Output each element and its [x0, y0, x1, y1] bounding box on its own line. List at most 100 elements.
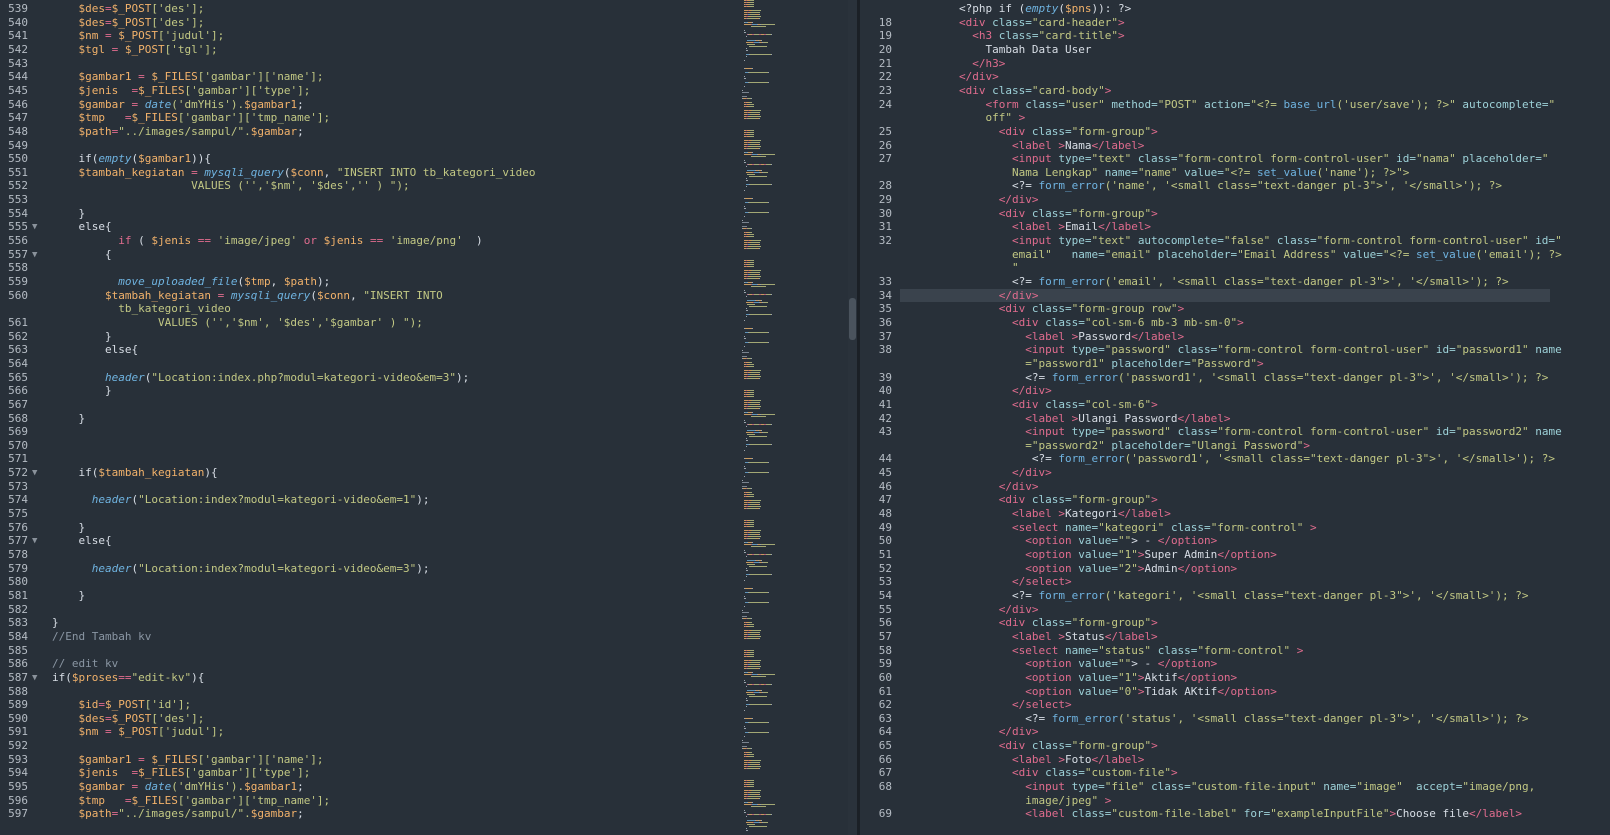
code-line[interactable]: $path="../images/sampul/".$gambar; — [52, 125, 304, 139]
fold-triangle-down-icon[interactable]: ▼ — [32, 248, 37, 262]
code-line[interactable]: <label >Ulangi Password</label> — [906, 412, 1230, 426]
code-line[interactable]: } — [52, 616, 59, 630]
code-line[interactable]: <div class="form-group"> — [906, 616, 1158, 630]
right-editor-pane[interactable]: 18 19 20 21 22 23 24 25 26 27 28 29 30 31 32 33 34 35 36 37… — [860, 0, 1610, 835]
code-line[interactable]: <label >Kategori</label> — [906, 507, 1171, 521]
code-line[interactable]: <option value="2">Admin</option> — [906, 562, 1237, 576]
code-line[interactable]: </div> — [906, 725, 1039, 739]
code-line[interactable]: <input type="password" class="form-contr… — [906, 343, 1562, 357]
code-line[interactable]: <?= form_error('email', '<small class="t… — [906, 275, 1509, 289]
code-line[interactable]: } — [52, 330, 112, 344]
code-line[interactable]: <?= form_error('password1', '<small clas… — [906, 452, 1555, 466]
code-line[interactable]: </div> — [906, 70, 999, 84]
code-line[interactable]: } — [52, 412, 86, 426]
code-line[interactable]: <option value="1">Super Admin</option> — [906, 548, 1277, 562]
code-line[interactable]: <div class="custom-file"> — [906, 766, 1178, 780]
code-line[interactable]: } — [52, 589, 86, 603]
code-line[interactable]: if ( $jenis == 'image/jpeg' or $jenis ==… — [52, 234, 482, 248]
code-line[interactable]: else{ — [52, 534, 112, 548]
code-line[interactable]: <?php if (empty($pns)): ?> — [906, 2, 1131, 16]
code-line[interactable]: else{ — [52, 343, 138, 357]
code-line[interactable]: $des=$_POST['des']; — [52, 2, 205, 16]
code-line[interactable]: </select> — [906, 698, 1072, 712]
code-line[interactable]: </div> — [906, 480, 1039, 494]
code-line[interactable]: ="password2" placeholder="Ulangi Passwor… — [906, 439, 1310, 453]
code-line[interactable]: header("Location:index?modul=kategori-vi… — [52, 562, 430, 576]
code-line[interactable]: //End Tambah kv — [52, 630, 151, 644]
code-line[interactable]: <input type="text" class="form-control f… — [906, 152, 1548, 166]
scrollbar-thumb[interactable] — [849, 298, 856, 340]
code-line[interactable]: VALUES ('','$nm', '$des','' ) "); — [52, 179, 410, 193]
code-line[interactable]: header("Location:index.php?modul=kategor… — [52, 371, 469, 385]
code-line[interactable]: <div class="col-sm-6 mb-3 mb-sm-0"> — [906, 316, 1244, 330]
code-line[interactable]: <label >Password</label> — [906, 330, 1184, 344]
code-line[interactable]: Tambah Data User — [906, 43, 1091, 57]
code-line[interactable]: move_uploaded_file($tmp, $path); — [52, 275, 330, 289]
code-line[interactable]: <label class="custom-file-label" for="ex… — [906, 807, 1522, 821]
code-line[interactable]: <?= form_error('kategori', '<small class… — [906, 589, 1529, 603]
fold-triangle-down-icon[interactable]: ▼ — [32, 534, 37, 548]
code-line[interactable]: $tambah_kegiatan = mysqli_query($conn, "… — [52, 166, 536, 180]
code-line[interactable]: $tmp =$_FILES['gambar']['tmp_name']; — [52, 111, 331, 125]
code-line[interactable]: $nm = $_POST['judul']; — [52, 29, 225, 43]
code-line[interactable]: } — [52, 384, 112, 398]
code-line[interactable]: <form class="user" method="POST" action=… — [906, 98, 1555, 112]
code-line[interactable]: Nama Lengkap" name="name" value="<?= set… — [906, 166, 1409, 180]
code-line[interactable]: <?= form_error('status', '<small class="… — [906, 712, 1528, 726]
code-line[interactable]: </div> — [906, 603, 1039, 617]
code-line[interactable]: <div class="card-body"> — [906, 84, 1111, 98]
code-line[interactable]: $nm = $_POST['judul']; — [52, 725, 225, 739]
code-line[interactable]: <h3 class="card-title"> — [906, 29, 1124, 43]
left-editor-pane[interactable]: 539 540 541 542 543 544 545 546 547 548 549 550 551 5… — [0, 0, 742, 835]
code-line[interactable]: $jenis =$_FILES['gambar']['type']; — [52, 84, 311, 98]
code-line[interactable]: <input type="text" autocomplete="false" … — [906, 234, 1562, 248]
code-line[interactable]: $des=$_POST['des']; — [52, 712, 205, 726]
code-line[interactable]: </div> — [906, 289, 1039, 303]
fold-triangle-down-icon[interactable]: ▼ — [32, 671, 37, 685]
code-line[interactable]: <select name="kategori" class="form-cont… — [906, 521, 1317, 535]
code-line[interactable]: email" name="email" placeholder="Email A… — [906, 248, 1562, 262]
code-line[interactable]: } — [52, 207, 86, 221]
code-line[interactable]: <div class="form-group"> — [906, 207, 1158, 221]
code-line[interactable]: $des=$_POST['des']; — [52, 16, 205, 30]
code-line[interactable]: $path="../images/sampul/".$gambar; — [52, 807, 304, 821]
code-line[interactable]: off" > — [906, 111, 1025, 125]
code-line[interactable]: $tambah_kegiatan = mysqli_query($conn, "… — [52, 289, 443, 303]
code-line[interactable]: $gambar = date('dmYHis').$gambar1; — [52, 98, 304, 112]
code-line[interactable]: // edit kv — [52, 657, 118, 671]
code-line[interactable]: <label >Status</label> — [906, 630, 1158, 644]
code-line[interactable]: <div class="card-header"> — [906, 16, 1125, 30]
code-line[interactable]: if($tambah_kegiatan){ — [52, 466, 218, 480]
code-line[interactable]: $gambar1 = $_FILES['gambar']['name']; — [52, 753, 324, 767]
code-line[interactable]: <?= form_error('password1', '<small clas… — [906, 371, 1548, 385]
code-line[interactable]: image/jpeg" > — [906, 794, 1111, 808]
code-line[interactable]: <label >Nama</label> — [906, 139, 1144, 153]
code-line[interactable]: $gambar = date('dmYHis').$gambar1; — [52, 780, 304, 794]
code-line[interactable]: $id=$_POST['id']; — [52, 698, 192, 712]
code-line[interactable]: $tmp =$_FILES['gambar']['tmp_name']; — [52, 794, 331, 808]
code-line[interactable]: <input type="file" class="custom-file-in… — [906, 780, 1535, 794]
code-line[interactable]: { — [52, 248, 112, 262]
code-line[interactable]: tb_kategori_video — [52, 302, 231, 316]
code-line[interactable]: <div class="form-group row"> — [906, 302, 1184, 316]
code-line[interactable]: VALUES ('','$nm', '$des','$gambar' ) "); — [52, 316, 423, 330]
fold-triangle-down-icon[interactable]: ▼ — [32, 466, 37, 480]
code-line[interactable]: <input type="password" class="form-contr… — [906, 425, 1562, 439]
code-line[interactable]: header("Location:index?modul=kategori-vi… — [52, 493, 430, 507]
code-line[interactable]: if(empty($gambar1)){ — [52, 152, 211, 166]
code-line[interactable]: <div class="form-group"> — [906, 493, 1158, 507]
code-line[interactable]: <select name="status" class="form-contro… — [906, 644, 1303, 658]
code-line[interactable]: " — [906, 261, 1019, 275]
code-line[interactable]: </div> — [906, 466, 1052, 480]
code-line[interactable]: $gambar1 = $_FILES['gambar']['name']; — [52, 70, 324, 84]
left-scrollbar[interactable] — [848, 0, 857, 835]
code-line[interactable]: $jenis =$_FILES['gambar']['type']; — [52, 766, 311, 780]
code-line[interactable]: } — [52, 521, 86, 535]
code-line[interactable]: ="password1" placeholder="Password"> — [906, 357, 1263, 371]
code-line[interactable]: <label >Foto</label> — [906, 753, 1144, 767]
code-line[interactable]: <option value=""> - </option> — [906, 534, 1217, 548]
code-line[interactable]: <option value="0">Tidak AKtif</option> — [906, 685, 1277, 699]
code-line[interactable]: <div class="form-group"> — [906, 739, 1158, 753]
fold-triangle-down-icon[interactable]: ▼ — [32, 220, 37, 234]
code-line[interactable]: </div> — [906, 193, 1039, 207]
